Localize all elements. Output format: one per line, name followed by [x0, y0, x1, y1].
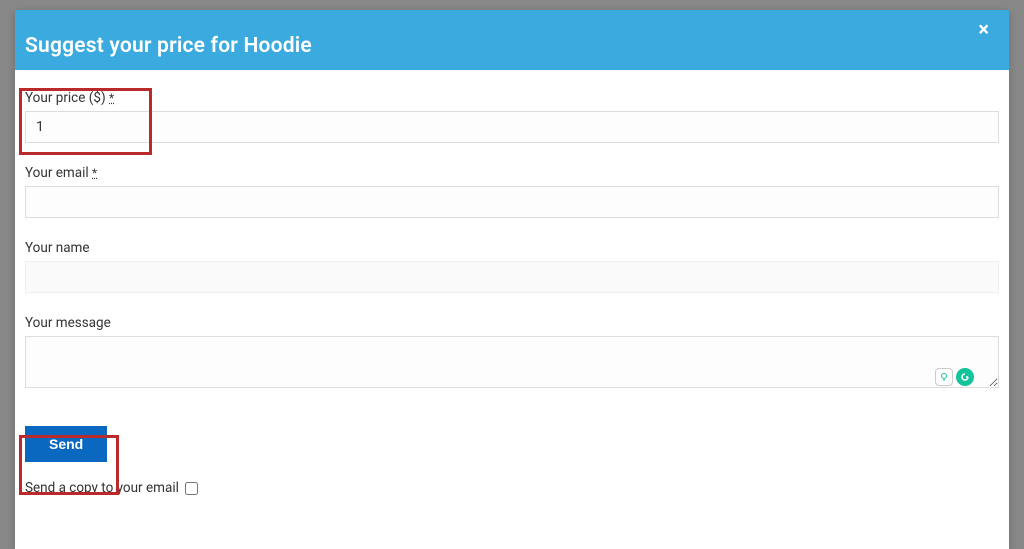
required-mark: * — [109, 91, 114, 105]
price-label-text: Your price ($) — [25, 90, 106, 106]
required-mark: * — [92, 166, 97, 180]
message-textarea[interactable] — [25, 336, 999, 388]
price-label: Your price ($) * — [25, 90, 999, 106]
send-button[interactable]: Send — [25, 426, 107, 462]
copy-checkbox[interactable] — [185, 482, 198, 495]
grammarly-overlay — [935, 368, 974, 386]
email-label: Your email * — [25, 165, 999, 181]
modal-title: Suggest your price for Hoodie — [25, 34, 312, 58]
modal-dialog: Suggest your price for Hoodie × Your pri… — [15, 10, 1009, 549]
name-input[interactable] — [25, 261, 999, 293]
price-field-group: Your price ($) * — [25, 90, 999, 143]
price-input[interactable] — [25, 111, 999, 143]
grammarly-icon[interactable] — [956, 368, 974, 386]
message-label: Your message — [25, 315, 999, 331]
close-icon[interactable]: × — [978, 19, 989, 39]
name-label: Your name — [25, 240, 999, 256]
message-field-group: Your message — [25, 315, 999, 392]
copy-checkbox-row: Send a copy to your email — [25, 480, 999, 496]
copy-checkbox-label: Send a copy to your email — [25, 480, 179, 496]
modal-header: Suggest your price for Hoodie × — [15, 10, 1009, 70]
suggestion-bulb-icon[interactable] — [935, 368, 953, 386]
email-field-group: Your email * — [25, 165, 999, 218]
textarea-wrapper — [25, 336, 999, 392]
name-field-group: Your name — [25, 240, 999, 293]
email-label-text: Your email — [25, 165, 89, 181]
modal-body: Your price ($) * Your email * Your name … — [15, 70, 1009, 506]
email-input[interactable] — [25, 186, 999, 218]
